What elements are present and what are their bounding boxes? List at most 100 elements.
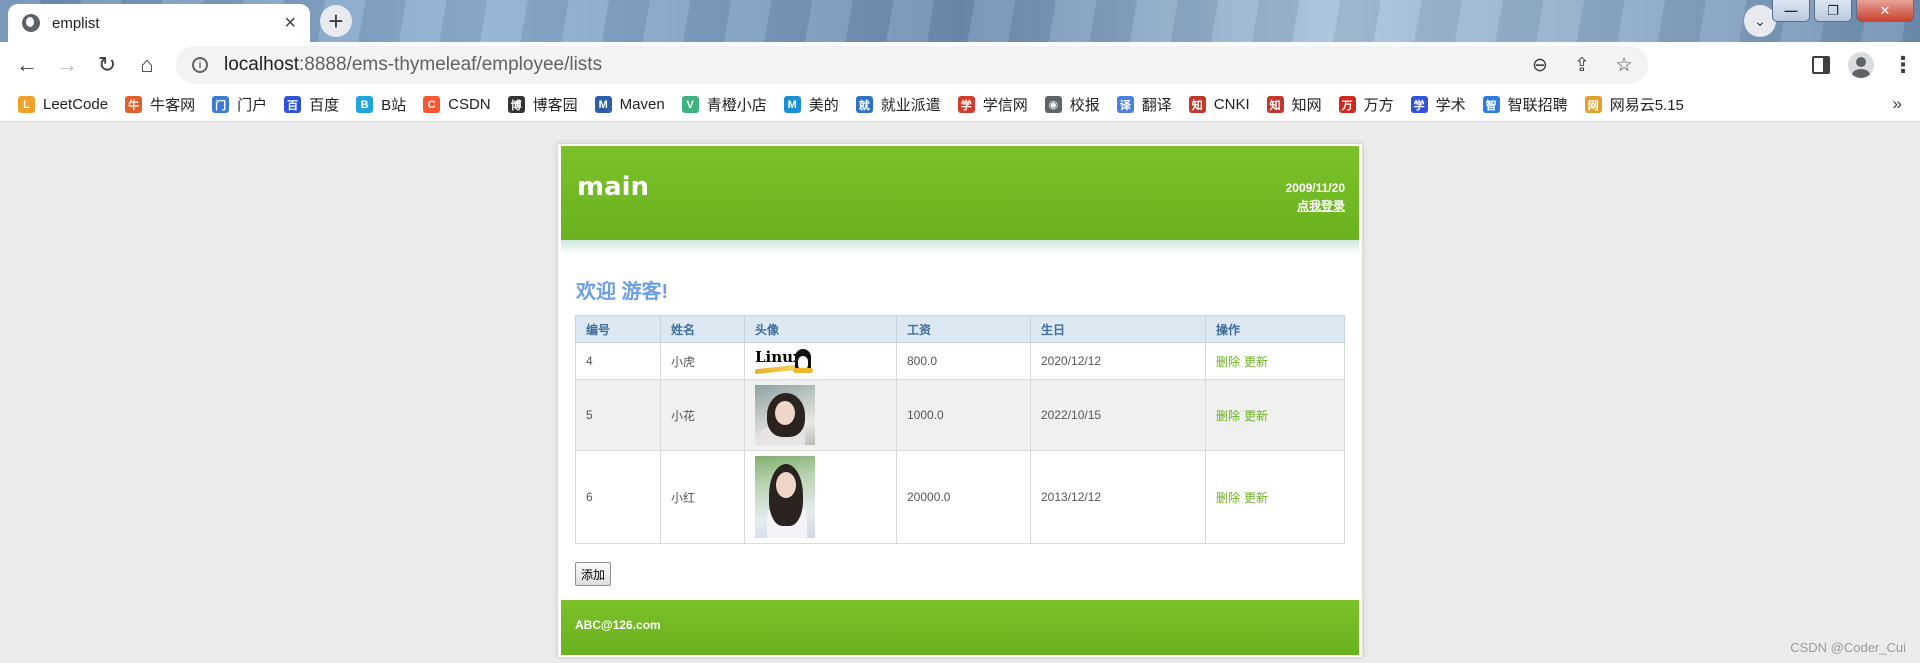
- browser-tab[interactable]: emplist ×: [8, 4, 310, 42]
- cell-birthday: 2022/10/15: [1030, 379, 1206, 451]
- zhaopin-icon: 智: [1482, 96, 1500, 113]
- update-link[interactable]: 更新: [1244, 355, 1268, 369]
- midea-icon: M: [783, 96, 801, 113]
- bookmark-item[interactable]: L LeetCode: [18, 96, 108, 113]
- leetcode-icon: L: [18, 96, 35, 113]
- site-info-icon[interactable]: i: [192, 57, 208, 73]
- cell-name: 小虎: [660, 342, 745, 380]
- more-menu-icon[interactable]: ⋮: [1892, 52, 1914, 78]
- update-link[interactable]: 更新: [1244, 491, 1268, 505]
- cell-salary: 1000.0: [896, 379, 1031, 451]
- tab-close-icon[interactable]: ×: [284, 12, 296, 35]
- bilibili-icon: B: [356, 96, 374, 113]
- profile-avatar-icon[interactable]: [1848, 52, 1874, 78]
- zoom-icon[interactable]: ⊖: [1528, 54, 1552, 77]
- cnblogs-icon: 博: [507, 96, 525, 113]
- delete-link[interactable]: 删除: [1216, 491, 1240, 505]
- bookmark-item[interactable]: 知知网: [1266, 94, 1322, 115]
- cell-id: 6: [575, 450, 661, 544]
- baidu-scholar-icon: 学: [1410, 96, 1428, 113]
- bookmarks-bar: L LeetCode 牛牛客网门门户百百度 B B站 C CSDN 博博客园 M Maven V 青橙…: [0, 88, 1920, 122]
- table-header-row: 编号 姓名 头像 工资 生日 操作: [575, 315, 1345, 343]
- cell-salary: 20000.0: [896, 450, 1031, 544]
- cell-birthday: 2020/12/12: [1030, 342, 1206, 380]
- bookmark-label: 牛客网: [150, 97, 196, 114]
- forward-arrow-icon[interactable]: →: [47, 45, 87, 85]
- bookmark-item[interactable]: C CSDN: [423, 96, 491, 113]
- bookmark-label: 就业派遣: [880, 97, 941, 114]
- bookmark-item[interactable]: ◉ 校报: [1044, 94, 1100, 115]
- baidu-icon: 百: [284, 96, 302, 113]
- bookmark-item[interactable]: 学学术: [1410, 94, 1466, 115]
- bookmark-label: 知网: [1291, 97, 1322, 114]
- graduation-icon: 就: [855, 96, 873, 113]
- home-icon[interactable]: ⌂: [127, 45, 167, 85]
- bookmark-label: 美的: [808, 97, 839, 114]
- tux-penguin-icon: [793, 349, 813, 373]
- window-controls: — ❐ ✕: [1772, 0, 1914, 22]
- bookmark-item[interactable]: 百百度: [284, 94, 339, 115]
- address-bar[interactable]: i localhost:8888/ems-thymeleaf/employee/…: [176, 46, 1648, 84]
- chsi-icon: 学: [957, 96, 975, 113]
- delete-link[interactable]: 删除: [1216, 355, 1240, 369]
- tab-title: emplist: [52, 14, 100, 32]
- table-row: 5 小花 1000.0 2022/10/15 删除 更新: [575, 379, 1345, 451]
- bookmark-item[interactable]: V 青橙小店: [681, 94, 767, 115]
- cell-id: 5: [575, 379, 661, 451]
- bookmark-item[interactable]: 学学信网: [957, 94, 1028, 115]
- vue-icon: V: [681, 96, 699, 113]
- col-header-birthday: 生日: [1030, 315, 1206, 343]
- bookmark-item[interactable]: 网网易云5.15: [1584, 94, 1684, 115]
- cnki-icon: 知: [1188, 96, 1206, 113]
- bookmark-item[interactable]: B B站: [356, 94, 406, 115]
- bookmark-label: B站: [381, 97, 407, 114]
- browser-toolbar: ← → ↻ ⌂ i localhost:8888/ems-thymeleaf/e…: [0, 42, 1920, 88]
- bookmark-label: CSDN: [448, 96, 491, 113]
- bookmark-label: 翻译: [1141, 97, 1172, 114]
- globe-icon: ◉: [1044, 96, 1062, 113]
- bookmark-item[interactable]: 智智联招聘: [1482, 94, 1568, 115]
- delete-link[interactable]: 删除: [1216, 409, 1240, 423]
- bookmark-label: LeetCode: [43, 96, 109, 113]
- bookmark-label: 门户: [237, 97, 268, 114]
- maximize-button[interactable]: ❐: [1814, 0, 1852, 22]
- netease-icon: 网: [1584, 96, 1602, 113]
- header-date: 2009/11/20: [1285, 181, 1345, 195]
- bookmark-label: Maven: [619, 96, 665, 113]
- minimize-button[interactable]: —: [1772, 0, 1810, 22]
- bookmark-item[interactable]: 知 CNKI: [1188, 96, 1250, 113]
- nowcoder-icon: 牛: [125, 96, 143, 113]
- table-row: 6 小红 20000.0 2013/12/12 删除 更新: [575, 450, 1345, 544]
- url-path: :8888/ems-thymeleaf/employee/lists: [299, 54, 603, 75]
- side-panel-icon[interactable]: [1812, 56, 1830, 74]
- bookmark-item[interactable]: 门门户: [212, 94, 267, 115]
- page-wrapper: main 2009/11/20 点我登录 欢迎 游客! 编号 姓名 头像 工资 …: [557, 143, 1363, 658]
- portal-icon: 门: [212, 96, 230, 113]
- bookmark-item[interactable]: 万万方: [1338, 94, 1394, 115]
- new-tab-button[interactable]: +: [320, 5, 352, 37]
- wanfang-icon: 万: [1338, 96, 1356, 113]
- bookmark-item[interactable]: M 美的: [783, 94, 839, 115]
- update-link[interactable]: 更新: [1244, 409, 1268, 423]
- bookmark-item[interactable]: 牛牛客网: [125, 94, 195, 115]
- bookmark-item[interactable]: 就就业派遣: [855, 94, 941, 115]
- cell-avatar: Linux: [744, 342, 897, 380]
- back-arrow-icon[interactable]: ←: [7, 45, 47, 85]
- bookmarks-overflow-icon[interactable]: »: [1893, 94, 1902, 114]
- cell-birthday: 2013/12/12: [1030, 450, 1206, 544]
- bookmark-item[interactable]: 译翻译: [1116, 94, 1172, 115]
- share-icon[interactable]: ⇪: [1570, 54, 1594, 77]
- col-header-avatar: 头像: [744, 315, 897, 343]
- site-footer: ABC@126.com: [561, 600, 1359, 655]
- close-window-button[interactable]: ✕: [1856, 0, 1914, 22]
- linux-logo-avatar: Linux: [755, 347, 813, 375]
- bookmark-label: 百度: [309, 97, 340, 114]
- add-employee-button[interactable]: 添加: [575, 562, 612, 586]
- reload-icon[interactable]: ↻: [87, 45, 127, 85]
- bookmark-item[interactable]: M Maven: [594, 96, 665, 113]
- bookmark-item[interactable]: 博博客园: [507, 94, 578, 115]
- login-link[interactable]: 点我登录: [1297, 197, 1345, 214]
- bookmark-label: 网易云5.15: [1609, 97, 1684, 114]
- cell-salary: 800.0: [896, 342, 1031, 380]
- bookmark-star-icon[interactable]: ☆: [1612, 54, 1636, 77]
